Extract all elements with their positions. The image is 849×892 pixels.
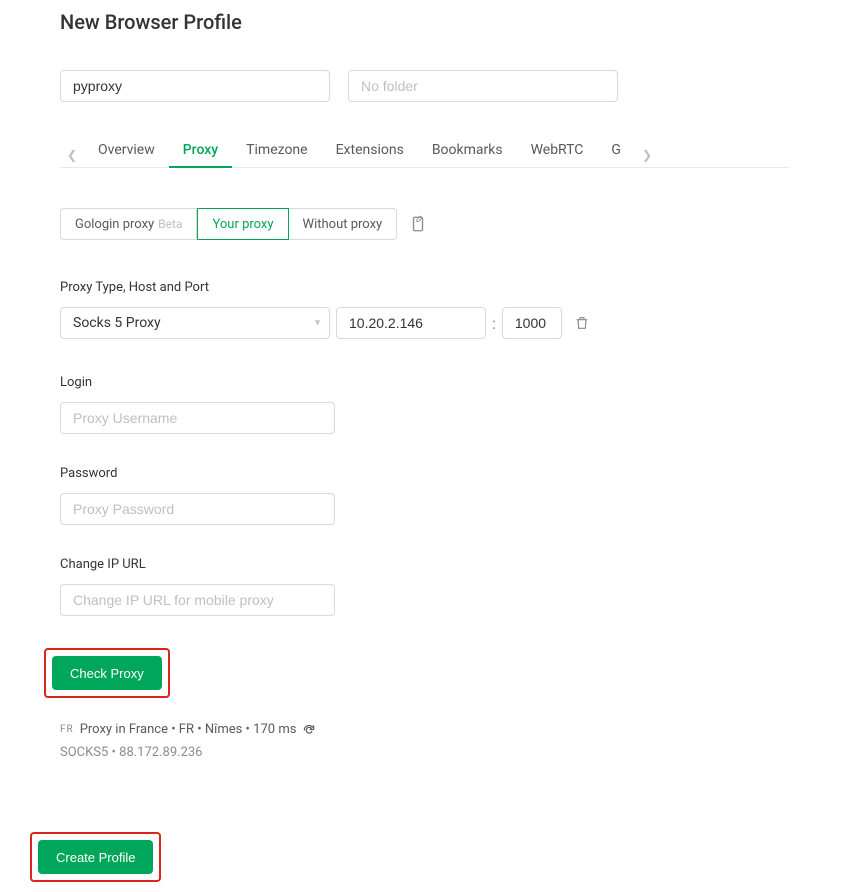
change-ip-url-input[interactable] — [60, 584, 335, 616]
proxy-host-input[interactable] — [336, 307, 486, 339]
proxy-type-label: Proxy Type, Host and Port — [60, 280, 789, 295]
tab-g[interactable]: G — [597, 142, 635, 168]
proxy-source-segment: Gologin proxy Beta Your proxy Without pr… — [60, 208, 397, 240]
tab-timezone[interactable]: Timezone — [232, 142, 321, 168]
seg-gologin-beta-label: Beta — [158, 217, 182, 231]
proxy-type-selected: Socks 5 Proxy — [60, 307, 330, 339]
tabs-scroll-right-icon[interactable]: ❯ — [635, 148, 659, 162]
create-profile-button[interactable]: Create Profile — [38, 840, 153, 874]
tabs-scroll-left-icon[interactable]: ❮ — [60, 148, 84, 162]
country-badge: FR — [60, 724, 74, 735]
seg-your-proxy[interactable]: Your proxy — [197, 208, 288, 240]
check-proxy-highlight: Check Proxy — [44, 648, 170, 698]
proxy-result-line2: SOCKS5 • 88.172.89.236 — [60, 745, 789, 760]
refresh-proxy-icon[interactable] — [302, 723, 316, 737]
host-port-separator: : — [492, 314, 496, 333]
folder-select[interactable] — [348, 70, 618, 102]
paste-proxy-icon[interactable] — [409, 215, 427, 233]
proxy-username-input[interactable] — [60, 402, 335, 434]
change-ip-label: Change IP URL — [60, 557, 789, 572]
tab-proxy[interactable]: Proxy — [169, 142, 232, 168]
proxy-check-result: FR Proxy in France • FR • Nîmes • 170 ms… — [60, 722, 789, 760]
proxy-password-input[interactable] — [60, 493, 335, 525]
seg-gologin-proxy[interactable]: Gologin proxy Beta — [60, 208, 197, 240]
proxy-type-select[interactable]: Socks 5 Proxy ▾ — [60, 307, 330, 339]
profile-name-input[interactable] — [60, 70, 330, 102]
page-title: New Browser Profile — [60, 10, 789, 34]
proxy-port-input[interactable] — [502, 307, 562, 339]
password-label: Password — [60, 466, 789, 481]
login-label: Login — [60, 375, 789, 390]
tab-webrtc[interactable]: WebRTC — [517, 142, 598, 168]
tab-extensions[interactable]: Extensions — [322, 142, 418, 168]
tabs-bar: ❮ Overview Proxy Timezone Extensions Boo… — [60, 142, 789, 168]
create-profile-highlight: Create Profile — [30, 832, 161, 882]
check-proxy-button[interactable]: Check Proxy — [52, 656, 162, 690]
proxy-result-line1: Proxy in France • FR • Nîmes • 170 ms — [80, 722, 297, 737]
seg-without-proxy[interactable]: Without proxy — [289, 208, 398, 240]
delete-proxy-icon[interactable] — [574, 315, 590, 331]
seg-gologin-label: Gologin proxy — [75, 217, 154, 232]
tab-bookmarks[interactable]: Bookmarks — [418, 142, 517, 168]
tab-overview[interactable]: Overview — [84, 142, 169, 168]
